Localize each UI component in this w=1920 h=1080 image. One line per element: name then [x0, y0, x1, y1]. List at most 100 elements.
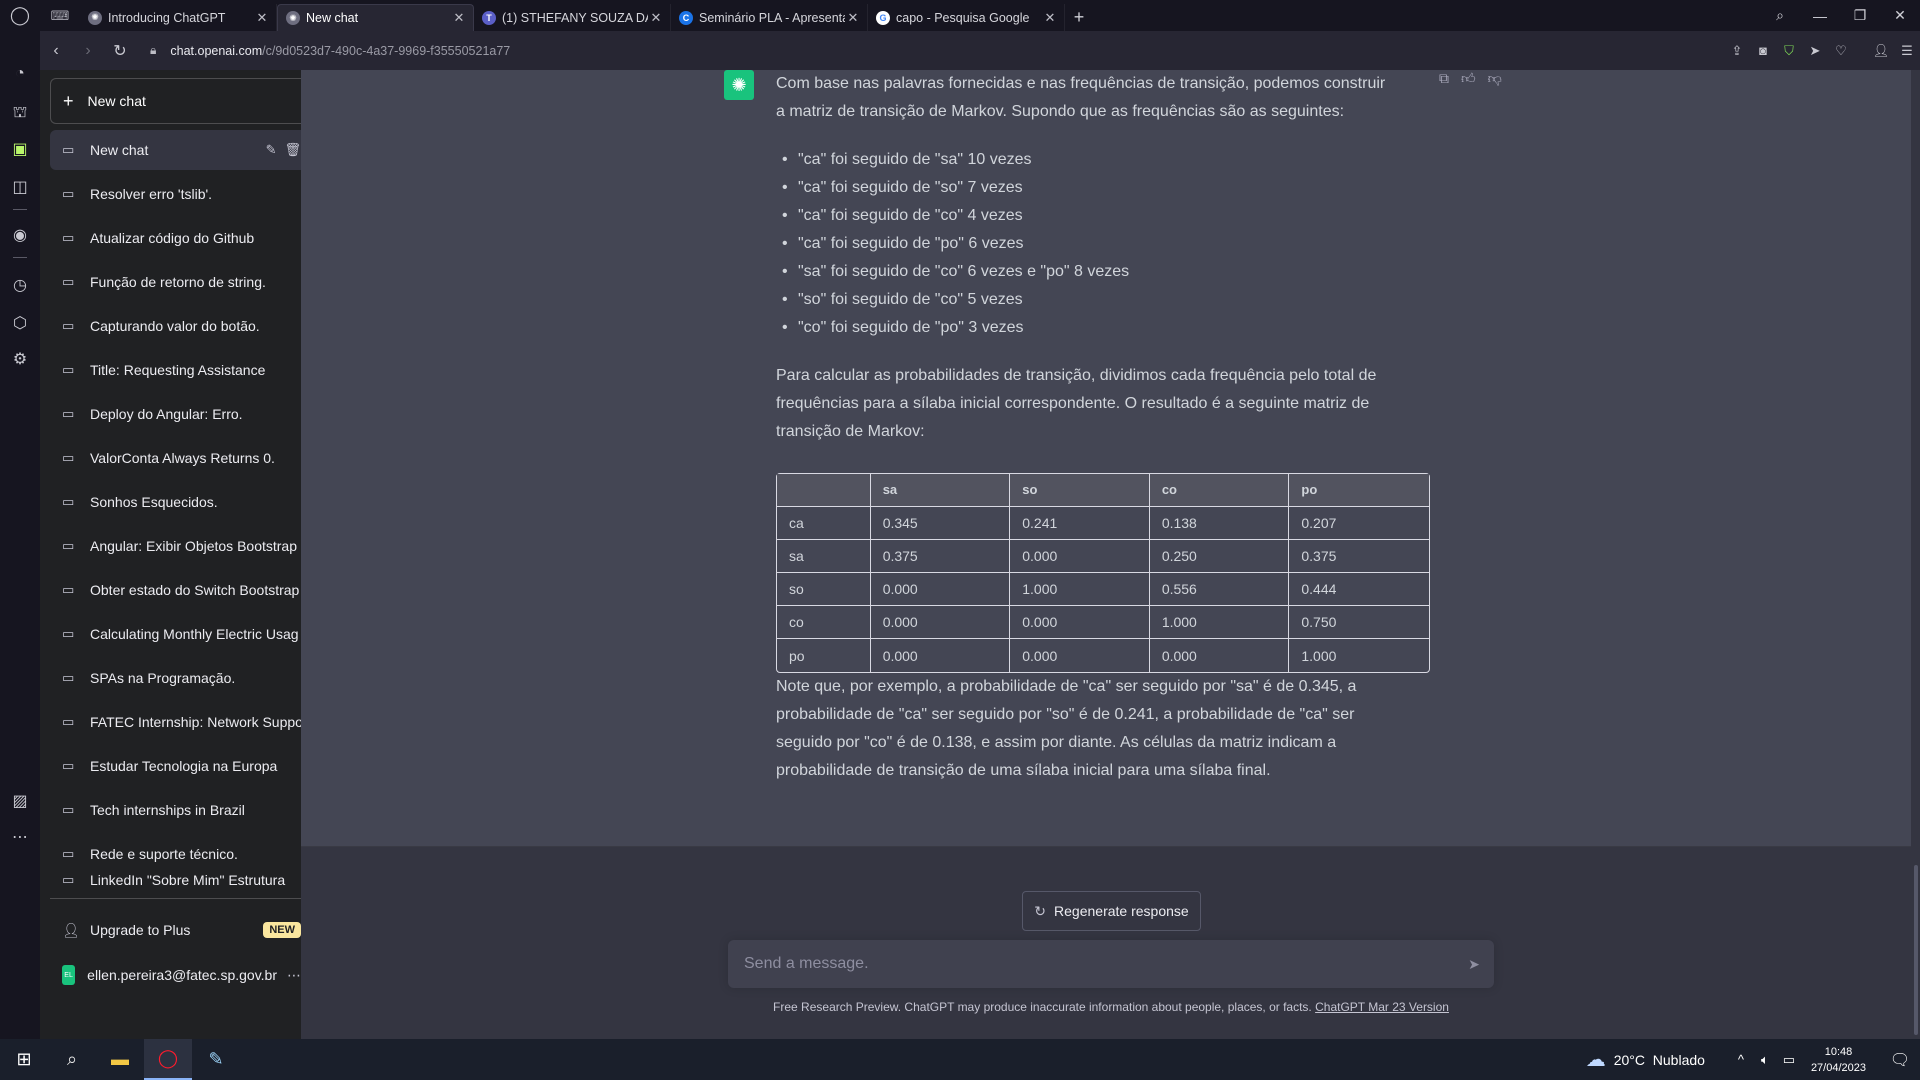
adblock-shield-icon[interactable]: ⛉ [1776, 43, 1802, 59]
conversation-item[interactable]: ▭ Atualizar código do Github [50, 218, 301, 258]
send-icon[interactable]: ➤ [1454, 956, 1494, 973]
regenerate-response-button[interactable]: ↻ Regenerate response [1022, 891, 1201, 931]
list-item: "ca" foi seguido de "co" 4 vezes [776, 202, 1396, 230]
twitch-icon[interactable]: ▣ [0, 139, 40, 159]
chat-bubble-icon: ▭ [62, 626, 75, 641]
tab-google-search[interactable]: G capo - Pesquisa Google ✕ [868, 4, 1065, 31]
list-item: "sa" foi seguido de "co" 6 vezes e "po" … [776, 258, 1396, 286]
player-icon[interactable]: ◉ [0, 225, 40, 245]
minimize-icon[interactable]: — [1800, 0, 1840, 31]
conversation-item[interactable]: ▭ Title: Requesting Assistance [50, 350, 301, 390]
tab-teams[interactable]: T (1) STHEFANY SOUZA DA S ✕ [474, 4, 671, 31]
back-arrow-icon[interactable]: ‹ [40, 42, 72, 60]
conversation-item[interactable]: ▭ SPAs na Programação. [50, 658, 301, 698]
url-field[interactable]: chat.openai.com/c/9d0523d7-490c-4a37-996… [170, 44, 510, 58]
url-host: chat.openai.com [170, 43, 263, 58]
music-icon[interactable]: ◫ [0, 177, 40, 197]
speed-dial-icon[interactable]: ◔ [0, 65, 40, 83]
table-cell: 0.000 [1150, 639, 1290, 672]
conversation-item[interactable]: ▭ Angular: Exibir Objetos Bootstrap [50, 526, 301, 566]
table-cell: 0.345 [870, 507, 1011, 540]
search-icon[interactable]: ⌕ [48, 1039, 96, 1080]
conversation-title: Obter estado do Switch Bootstrap [90, 582, 300, 598]
conversation-item[interactable]: ▭ Função de retorno de string. [50, 262, 301, 302]
intro-paragraph: Com base nas palavras fornecidas e nas f… [776, 75, 1386, 120]
conversation-item[interactable]: ▭ Resolver erro 'tslib'. [50, 174, 301, 214]
tab-title: capo - Pesquisa Google [896, 10, 1030, 25]
conversation-item[interactable]: ▭ Tech internships in Brazil [50, 790, 301, 830]
new-chat-button[interactable]: + New chat [50, 78, 301, 124]
table-cell: 0.000 [1010, 606, 1150, 639]
message-input[interactable] [744, 955, 1454, 973]
conversation-item[interactable]: ▭ Calculating Monthly Electric Usag [50, 614, 301, 654]
forward-arrow-icon[interactable]: › [72, 42, 104, 60]
scrollbar[interactable] [1914, 865, 1918, 1035]
gamepad-icon[interactable]: ⌨ [40, 0, 80, 31]
trash-icon[interactable]: 🗑︎ [284, 142, 301, 158]
windows-taskbar: ⊞ ⌕ ▬ ◯ ✎ ☁ 20°C Nublado ^ 🔈︎ ▭ 10:48 27… [0, 1039, 1920, 1080]
conversation-item[interactable]: ▭ LinkedIn "Sobre Mim" Estrutura [50, 860, 301, 900]
account-menu[interactable]: EL ellen.pereira3@fatec.sp.gov.br ⋯ [50, 955, 301, 995]
edit-pencil-icon[interactable]: ✎ [266, 142, 277, 158]
camera-icon[interactable]: ◙ [1750, 43, 1776, 58]
paint-icon[interactable]: ✎ [192, 1039, 240, 1080]
weather-widget[interactable]: ☁ 20°C Nublado [1586, 1047, 1705, 1072]
close-icon[interactable]: ✕ [254, 10, 270, 26]
bag-icon[interactable]: ⛫ [0, 103, 40, 123]
conversation-item[interactable]: ▭ ValorConta Always Returns 0. [50, 438, 301, 478]
opera-logo-icon[interactable]: ◯ [0, 0, 40, 31]
conversation-item[interactable]: ▭ Estudar Tecnologia na Europa [50, 746, 301, 786]
conversation-item[interactable]: ▭ Deploy do Angular: Erro. [50, 394, 301, 434]
close-icon[interactable]: ✕ [451, 10, 467, 26]
windows-start-icon[interactable]: ⊞ [0, 1039, 48, 1080]
chat-sidebar: + New chat ▭ New chat ✎ 🗑︎ ▭ Resolver err… [40, 70, 301, 1039]
tab-introducing-chatgpt[interactable]: ✺ Introducing ChatGPT ✕ [80, 4, 277, 31]
share-icon[interactable]: ⇪ [1724, 43, 1750, 59]
close-icon[interactable]: ✕ [1042, 10, 1058, 26]
table-cell: 0.444 [1289, 573, 1429, 606]
chat-bubble-icon: ▭ [62, 872, 75, 887]
extensions-cube-icon[interactable]: ⬡ [0, 313, 40, 333]
network-icon[interactable]: ▭ [1777, 1052, 1801, 1068]
upgrade-to-plus-button[interactable]: 👤︎ Upgrade to Plus NEW [50, 910, 301, 950]
send-icon[interactable]: ➤ [1802, 43, 1828, 59]
thumbs-up-icon[interactable]: 👍︎ [1461, 70, 1476, 87]
thumbs-down-icon[interactable]: 👎︎ [1488, 70, 1502, 87]
menu-icon[interactable]: ☰ [1894, 43, 1920, 59]
clock[interactable]: 10:48 27/04/2023 [1811, 1044, 1866, 1076]
table-row: so 0.000 1.000 0.556 0.444 [777, 573, 1429, 606]
search-icon[interactable]: ⌕ [1760, 0, 1800, 31]
tab-new-chat[interactable]: ✺ New chat ✕ [277, 4, 474, 31]
conversation-item-active[interactable]: ▭ New chat ✎ 🗑︎ [50, 130, 301, 170]
settings-gear-icon[interactable]: ⚙ [0, 349, 40, 369]
file-explorer-icon[interactable]: ▬ [96, 1039, 144, 1080]
gallery-icon[interactable]: ▨ [0, 791, 40, 811]
conversation-item[interactable]: ▭ Sonhos Esquecidos. [50, 482, 301, 522]
system-tray: ☁ 20°C Nublado ^ 🔈︎ ▭ 10:48 27/04/2023 🗨… [1586, 1039, 1920, 1080]
copy-icon[interactable]: ⧉ [1439, 70, 1449, 87]
notification-icon[interactable]: 🗨︎ [1880, 1050, 1920, 1070]
history-clock-icon[interactable]: ◷ [0, 275, 40, 295]
more-dots-icon[interactable]: ⋯ [0, 827, 40, 847]
conversation-item[interactable]: ▭ Obter estado do Switch Bootstrap [50, 570, 301, 610]
openai-favicon-icon: ✺ [88, 10, 102, 25]
more-options-icon[interactable]: ⋯ [287, 967, 301, 984]
conversation-title: New chat [90, 142, 149, 158]
close-window-icon[interactable]: ✕ [1880, 0, 1920, 31]
version-link[interactable]: ChatGPT Mar 23 Version [1315, 1000, 1449, 1014]
close-icon[interactable]: ✕ [845, 10, 861, 26]
conversation-item[interactable]: ▭ Capturando valor do botão. [50, 306, 301, 346]
new-tab-plus-icon[interactable]: + [1065, 4, 1093, 31]
tab-seminario[interactable]: C Seminário PLA - Apresenta ✕ [671, 4, 868, 31]
assistant-message: ✺ ⧉ 👍︎ 👎︎ Com base nas palavras fornecid… [301, 70, 1911, 847]
conversation-item[interactable]: ▭ FATEC Internship: Network Suppo [50, 702, 301, 742]
close-icon[interactable]: ✕ [648, 10, 664, 26]
opera-browser-icon[interactable]: ◯ [144, 1039, 192, 1080]
profile-icon[interactable]: 👤︎ [1868, 43, 1894, 59]
speaker-icon[interactable]: 🔈︎ [1753, 1052, 1777, 1068]
heart-icon[interactable]: ♡ [1828, 43, 1854, 59]
reload-icon[interactable]: ↻ [104, 41, 136, 61]
conversation-title: Deploy do Angular: Erro. [90, 406, 243, 422]
restore-icon[interactable]: ❐ [1840, 0, 1880, 31]
chevron-up-icon[interactable]: ^ [1729, 1052, 1753, 1067]
